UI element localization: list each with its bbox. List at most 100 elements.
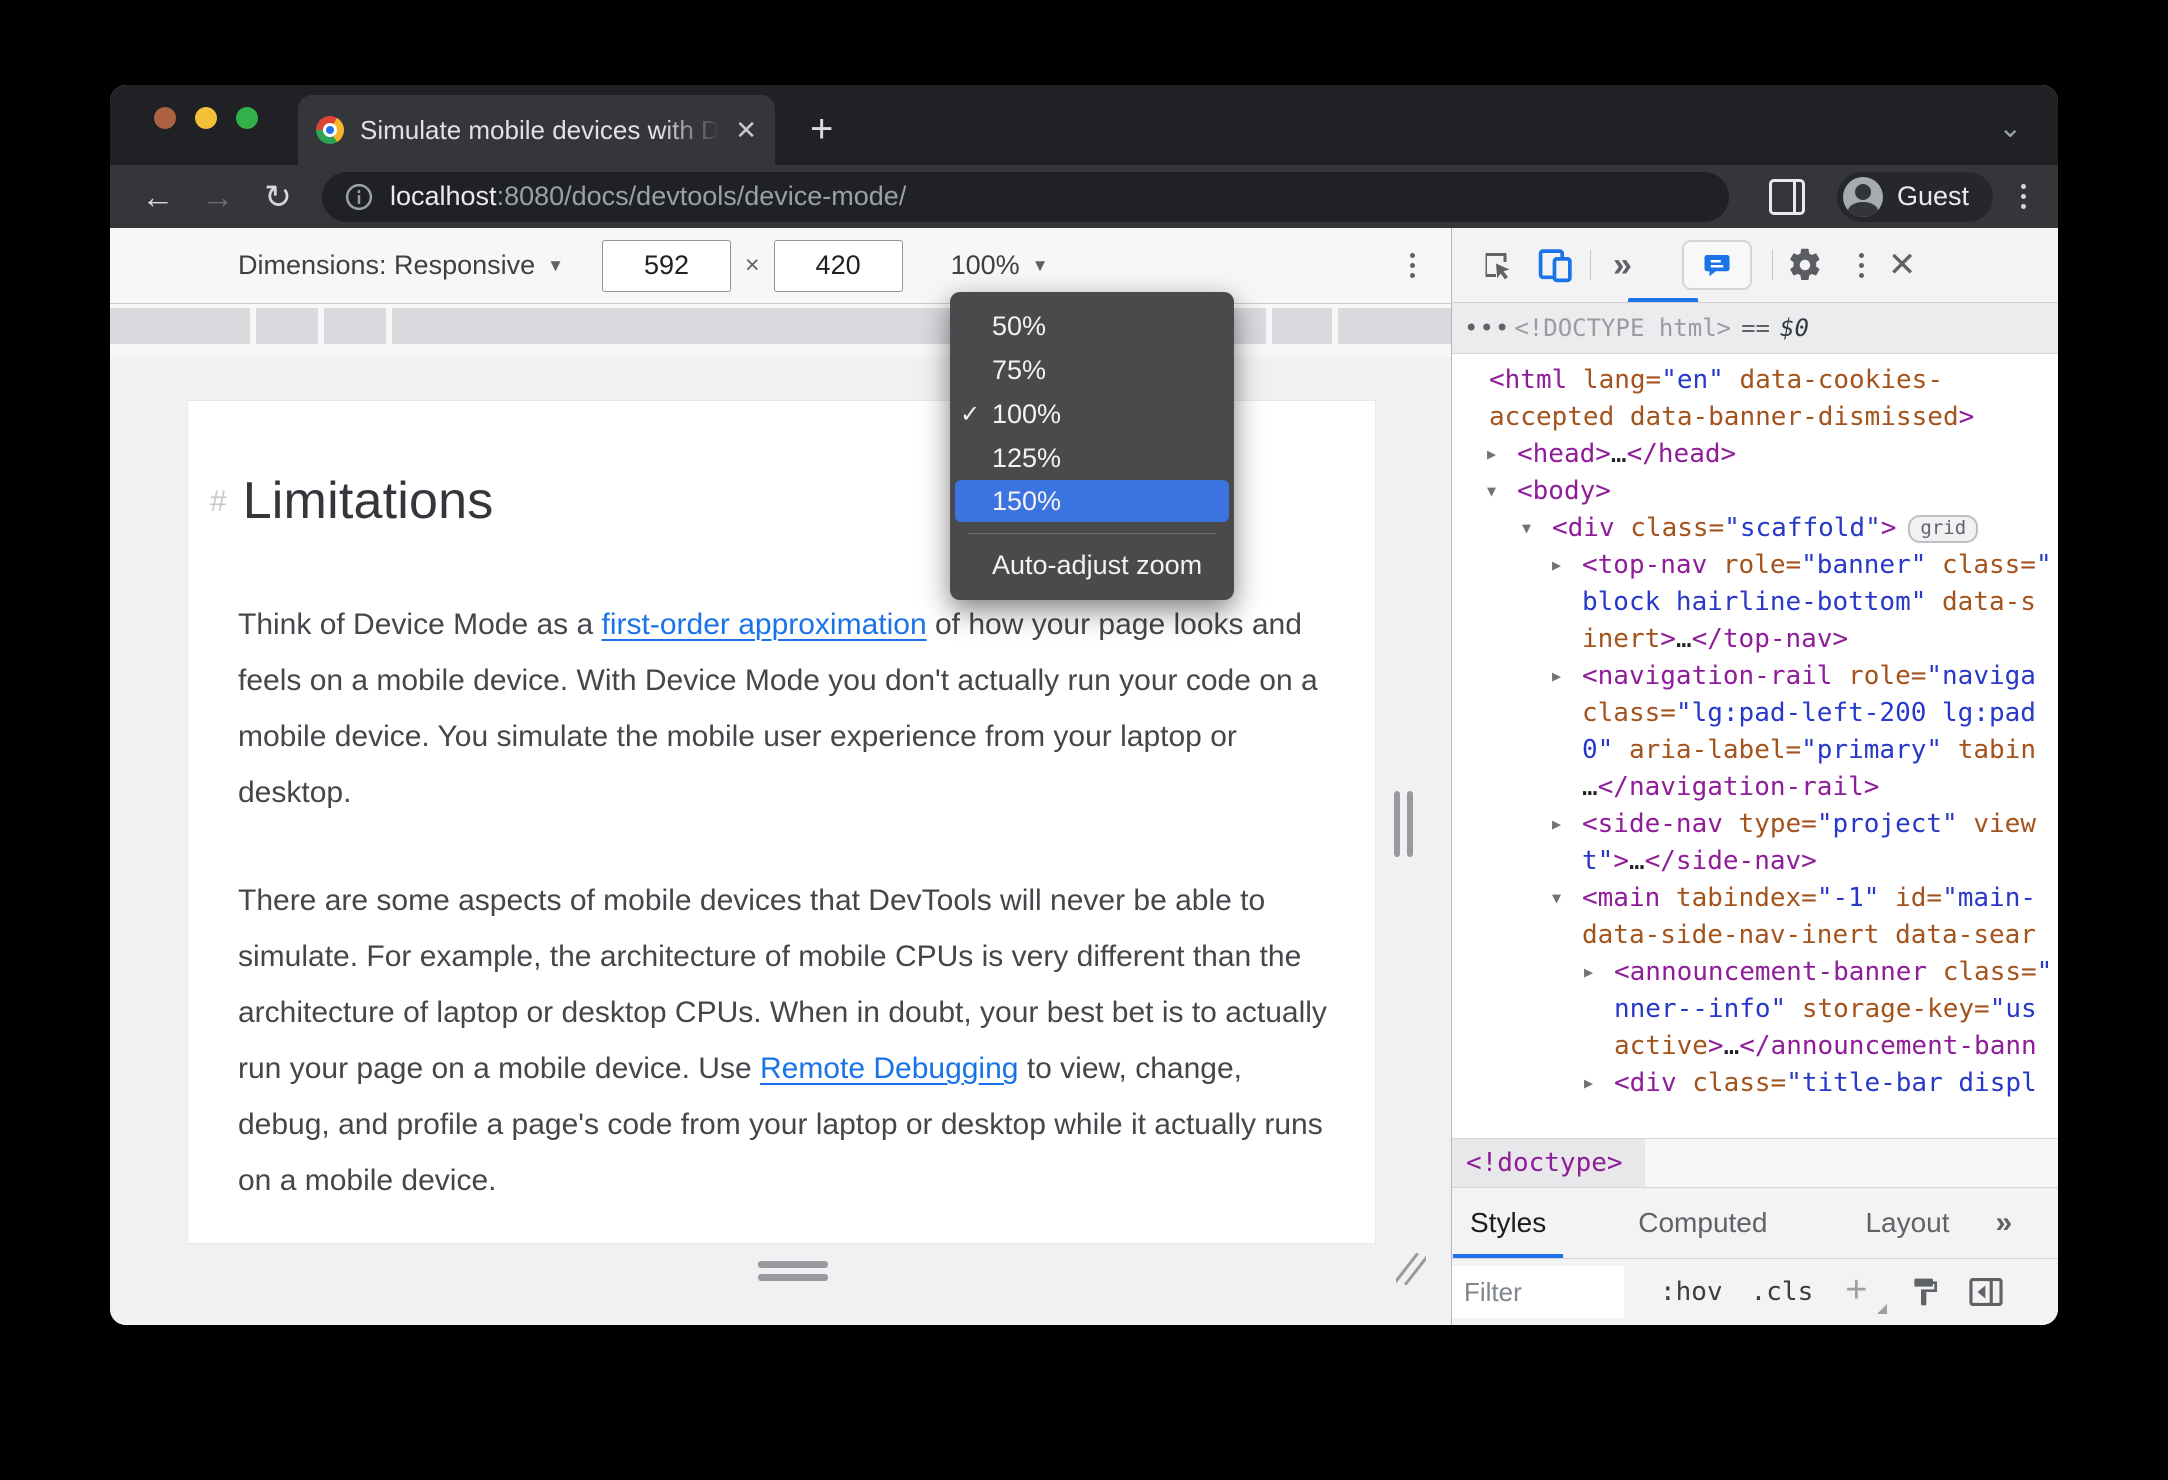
tree-line[interactable]: 0" aria-label="primary" tabin [1452,732,2058,769]
more-tabs-chevrons-icon[interactable]: » [1996,1206,2013,1240]
tree-line[interactable]: class="lg:pad-left-200 lg:pad [1452,695,2058,732]
devtools-menu-button[interactable] [1849,252,1874,278]
resize-handle-right[interactable] [1394,791,1413,857]
tree-line[interactable]: data-side-nav-inert data-sear [1452,917,2058,954]
site-info-icon[interactable] [344,182,374,212]
collapse-arrow-icon[interactable]: ▼ [1552,880,1561,917]
reload-button[interactable]: ↻ [252,180,304,213]
resize-handle-corner[interactable] [1396,1253,1426,1285]
more-panels-chevrons-icon[interactable]: » [1613,246,1632,285]
zoom-dropdown[interactable]: 100% ▼ [951,250,1049,281]
resize-handle-bottom[interactable] [758,1261,828,1281]
inspected-node-bar[interactable]: ••• <!DOCTYPE html> == $0 [1452,303,2058,354]
tree-line[interactable]: inert>…</top-nav> [1452,621,2058,658]
tree-line[interactable]: ▶ <navigation-rail role="naviga [1452,658,2058,695]
expand-arrow-icon[interactable]: ▶ [1487,436,1496,473]
tree-line[interactable]: ▶ <announcement-banner class=" [1452,954,2058,991]
browser-tab[interactable]: Simulate mobile devices with D ✕ [298,95,775,165]
close-devtools-icon[interactable]: ✕ [1888,245,1917,285]
zoom-option-125[interactable]: 125% [950,436,1234,480]
tree-line[interactable]: <html lang="en" data-cookies- [1452,362,2058,399]
feedback-button[interactable] [1681,240,1752,290]
zoom-option-75[interactable]: 75% [950,348,1234,392]
heading-anchor-hash[interactable]: # [210,485,227,519]
expand-arrow-icon[interactable]: ▶ [1552,658,1561,695]
tree-line[interactable]: ▶ <head>…</head> [1452,436,2058,473]
tree-line[interactable]: accepted data-banner-dismissed> [1452,399,2058,436]
toggle-hover-state-button[interactable]: :hov [1660,1277,1723,1307]
zoom-option-label: 100% [992,398,1062,429]
expand-arrow-icon[interactable]: ▶ [1584,1065,1593,1102]
tree-line-text: <main tabindex="-1" id="main- [1582,883,2036,913]
close-window-button[interactable] [154,107,176,129]
zoom-option-50[interactable]: 50% [950,304,1234,348]
toggle-sidebar-icon[interactable] [1969,1277,2003,1307]
width-presets-bar[interactable] [110,303,1451,357]
tree-line-text: block hairline-bottom" data-s [1582,587,2036,617]
expand-arrow-icon[interactable]: ▶ [1552,547,1561,584]
remote-debugging-link[interactable]: Remote Debugging [760,1052,1019,1085]
tab-styles[interactable]: Styles [1452,1207,1564,1239]
address-bar[interactable]: localhost:8080/docs/devtools/device-mode… [322,171,1729,222]
expand-dots[interactable]: ••• [1464,314,1510,342]
minimize-window-button[interactable] [195,107,217,129]
collapse-arrow-icon[interactable]: ▼ [1487,473,1496,510]
profile-button[interactable]: Guest [1836,171,1993,222]
tab-computed[interactable]: Computed [1620,1207,1785,1239]
grid-badge[interactable]: grid [1908,515,1979,543]
tree-line[interactable]: ▶ <div class="title-bar displ [1452,1065,2058,1102]
width-input[interactable]: 592 [601,239,731,292]
tab-close-icon[interactable]: ✕ [735,117,757,143]
first-order-approximation-link[interactable]: first-order approximation [602,608,927,641]
height-input[interactable]: 420 [773,239,903,292]
tree-line[interactable]: ▼ <main tabindex="-1" id="main- [1452,880,2058,917]
tab-layout[interactable]: Layout [1847,1207,1967,1239]
expand-arrow-icon[interactable]: ▶ [1584,954,1593,991]
maximize-window-button[interactable] [236,107,258,129]
collapse-arrow-icon[interactable]: ▼ [1522,510,1531,547]
breadcrumb: <!doctype> [1452,1138,2058,1187]
auto-adjust-zoom-option[interactable]: Auto-adjust zoom [950,544,1234,586]
zoom-option-label: 50% [992,310,1047,341]
tree-line[interactable]: t">…</side-nav> [1452,843,2058,880]
zoom-option-150[interactable]: 150% [955,480,1229,522]
device-toolbar-menu-button[interactable] [1400,253,1425,278]
dom-tree[interactable]: <html lang="en" data-cookies-accepted da… [1452,354,2058,1138]
tree-line[interactable]: active>…</announcement-bann [1452,1028,2058,1065]
sidebar-tabs: Styles Computed Layout » [1452,1187,2058,1258]
chevron-down-icon: ▼ [1031,255,1049,275]
tree-line[interactable]: ▶ <top-nav role="banner" class=" [1452,547,2058,584]
device-toolbar: Dimensions: Responsive ▼ 592 × 420 100% … [110,228,1451,303]
paragraph-2: There are some aspects of mobile devices… [238,873,1330,1209]
tab-search-chevron-icon[interactable]: ⌄ [1999,111,2022,144]
tree-line[interactable]: block hairline-bottom" data-s [1452,584,2058,621]
expand-arrow-icon[interactable]: ▶ [1552,806,1561,843]
tree-line[interactable]: ▼ <body> [1452,473,2058,510]
new-style-rule-button[interactable]: + [1845,1271,1888,1314]
tree-line[interactable]: ▼ <div class="scaffold"> grid [1452,510,2058,547]
side-panel-icon[interactable] [1768,178,1805,215]
doctype-crumb[interactable]: <!doctype> [1452,1139,1645,1187]
toggle-device-toolbar-icon[interactable] [1536,246,1576,284]
forward-button[interactable]: → [192,180,244,213]
paint-format-icon[interactable] [1909,1276,1941,1308]
device-viewport-area: # Limitations Think of Device Mode as a … [110,357,1451,1325]
inspect-element-icon[interactable] [1478,247,1514,283]
new-tab-button[interactable]: + [810,109,833,149]
screenshot-stage: Simulate mobile devices with D ✕ + ⌄ ← →… [0,0,2168,1480]
back-button[interactable]: ← [132,180,184,213]
tree-line[interactable]: nner--info" storage-key="us [1452,991,2058,1028]
zoom-value: 100% [950,250,1020,280]
tree-line-text: accepted data-banner-dismissed> [1489,402,1975,432]
browser-menu-button[interactable] [2011,184,2036,209]
dollar-zero-label: $0 [1780,314,1809,342]
tree-line[interactable]: …</navigation-rail> [1452,769,2058,806]
filter-input[interactable]: Filter [1452,1266,1624,1318]
toggle-class-button[interactable]: .cls [1751,1277,1814,1307]
window-controls [154,107,258,129]
settings-gear-icon[interactable] [1787,247,1823,283]
tree-line-text: <navigation-rail role="naviga [1582,661,2036,691]
dimensions-dropdown[interactable]: Dimensions: Responsive ▼ [238,250,564,281]
zoom-option-100[interactable]: ✓ 100% [950,392,1234,436]
tree-line[interactable]: ▶ <side-nav type="project" view [1452,806,2058,843]
